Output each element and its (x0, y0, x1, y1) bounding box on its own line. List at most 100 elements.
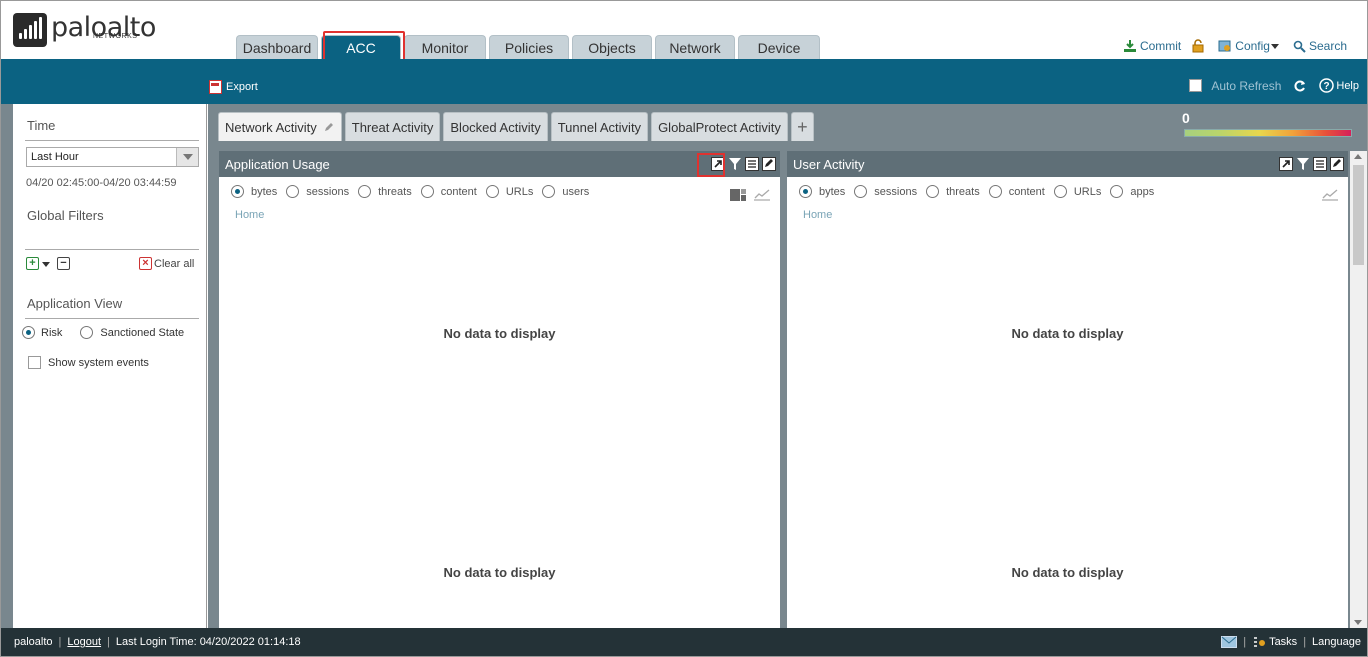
export-label: Export (226, 81, 258, 93)
panel-tools (708, 157, 776, 171)
sessions-radio[interactable] (854, 185, 868, 198)
sessions-radio[interactable] (286, 185, 300, 198)
show-system-events: Show system events (28, 356, 149, 369)
edit-icon[interactable] (323, 121, 335, 133)
metric-options: bytes sessions threats content URLs user… (231, 185, 598, 198)
chevron-down-icon (1270, 44, 1279, 49)
bytes-radio[interactable] (799, 185, 812, 198)
acc-tabs: Network Activity Threat Activity Blocked… (218, 112, 817, 141)
tab-globalprotect-activity[interactable]: GlobalProtect Activity (651, 112, 788, 141)
filter-icon[interactable] (1296, 157, 1310, 171)
breadcrumb-home[interactable]: Home (235, 209, 264, 221)
export-widget-icon[interactable] (762, 157, 776, 171)
add-filter-icon[interactable]: + (26, 257, 39, 270)
commit-button[interactable]: Commit (1123, 39, 1181, 53)
users-radio[interactable] (542, 185, 556, 198)
export-button[interactable]: Export (209, 80, 258, 94)
paloalto-logo: paloalto (13, 13, 156, 47)
breadcrumb-home[interactable]: Home (803, 209, 832, 221)
tab-device[interactable]: Device (738, 35, 820, 59)
table-icon[interactable] (745, 157, 759, 171)
main-nav: Dashboard ACC Monitor Policies Objects N… (236, 35, 823, 59)
panel-header: Application Usage (219, 151, 780, 177)
clear-icon: × (139, 257, 152, 270)
auto-refresh-checkbox[interactable] (1189, 79, 1203, 92)
tab-objects[interactable]: Objects (572, 35, 652, 59)
show-system-events-checkbox[interactable] (28, 356, 41, 369)
line-chart-icon[interactable] (1322, 189, 1338, 201)
scroll-up-icon[interactable] (1354, 154, 1362, 159)
tab-network-activity[interactable]: Network Activity (218, 112, 342, 141)
search-label: Search (1308, 39, 1347, 53)
expand-icon[interactable] (1279, 157, 1293, 171)
threats-radio[interactable] (358, 185, 372, 198)
help-icon: ? (1319, 78, 1335, 93)
filter-controls: + − (26, 257, 70, 270)
content-radio[interactable] (988, 185, 1002, 198)
option-label: apps (1130, 185, 1155, 198)
help-button[interactable]: ? Help (1319, 78, 1359, 93)
sanctioned-state-radio[interactable] (80, 326, 94, 339)
risk-color-legend (1184, 129, 1352, 137)
mail-icon[interactable] (1221, 636, 1238, 648)
content-radio[interactable] (420, 185, 434, 198)
option-label: threats (946, 185, 980, 198)
tab-dashboard[interactable]: Dashboard (236, 35, 318, 59)
commit-label: Commit (1139, 39, 1182, 53)
tasks-button[interactable]: Tasks (1252, 635, 1297, 649)
language-link[interactable]: Language (1312, 636, 1361, 648)
divider (25, 249, 199, 250)
tab-network[interactable]: Network (655, 35, 735, 59)
svg-text:?: ? (1324, 81, 1330, 92)
refresh-icon[interactable] (1293, 79, 1307, 93)
export-widget-icon[interactable] (1330, 157, 1344, 171)
metric-options: bytes sessions threats content URLs apps (799, 185, 1163, 198)
remove-filter-icon[interactable]: − (57, 257, 70, 270)
tab-policies[interactable]: Policies (489, 35, 569, 59)
divider (25, 318, 199, 319)
tab-monitor[interactable]: Monitor (404, 35, 486, 59)
option-label: content (1008, 185, 1045, 198)
add-tab-icon[interactable]: + (790, 112, 814, 141)
urls-radio[interactable] (1053, 185, 1067, 198)
no-data-message: No data to display (1011, 326, 1124, 341)
time-select[interactable]: Last Hour (26, 147, 199, 167)
search-button[interactable]: Search (1293, 39, 1347, 53)
threats-radio[interactable] (926, 185, 940, 198)
config-icon (1218, 40, 1231, 52)
sidebar-edge (1, 104, 13, 628)
config-menu[interactable]: Config (1218, 39, 1283, 53)
risk-label: Risk (41, 326, 63, 339)
logout-link[interactable]: Logout (67, 636, 101, 648)
filter-icon[interactable] (728, 157, 742, 171)
user-activity-panel: User Activity bytes sessions threats con… (787, 151, 1348, 628)
clear-all-button[interactable]: × Clear all (139, 257, 194, 270)
status-bar: paloalto | Logout | Last Login Time: 04/… (1, 628, 1367, 656)
vertical-scrollbar[interactable] (1350, 151, 1367, 628)
line-chart-icon[interactable] (754, 189, 770, 201)
pdf-icon (209, 80, 222, 94)
table-icon[interactable] (1313, 157, 1327, 171)
expand-icon[interactable] (711, 157, 725, 171)
chevron-down-icon[interactable] (41, 259, 51, 269)
show-system-events-label: Show system events (48, 356, 149, 369)
bytes-radio[interactable] (231, 185, 244, 198)
scroll-thumb[interactable] (1353, 165, 1364, 265)
tab-threat-activity[interactable]: Threat Activity (344, 112, 441, 141)
chevron-down-icon (176, 148, 198, 166)
scroll-down-icon[interactable] (1354, 620, 1362, 625)
tab-acc[interactable]: ACC (321, 35, 401, 59)
view-toggles (730, 189, 770, 201)
no-data-message: No data to display (443, 326, 556, 341)
risk-radio[interactable] (22, 326, 35, 339)
tab-blocked-activity[interactable]: Blocked Activity (443, 112, 548, 141)
apps-radio[interactable] (1110, 185, 1124, 198)
tab-tunnel-activity[interactable]: Tunnel Activity (550, 112, 649, 141)
urls-radio[interactable] (485, 185, 499, 198)
option-label: users (562, 185, 590, 198)
logo-icon (13, 13, 47, 47)
lock-button[interactable] (1191, 39, 1208, 53)
global-filters-title: Global Filters (27, 208, 104, 223)
treemap-icon[interactable] (730, 189, 746, 201)
help-label: Help (1336, 79, 1359, 92)
